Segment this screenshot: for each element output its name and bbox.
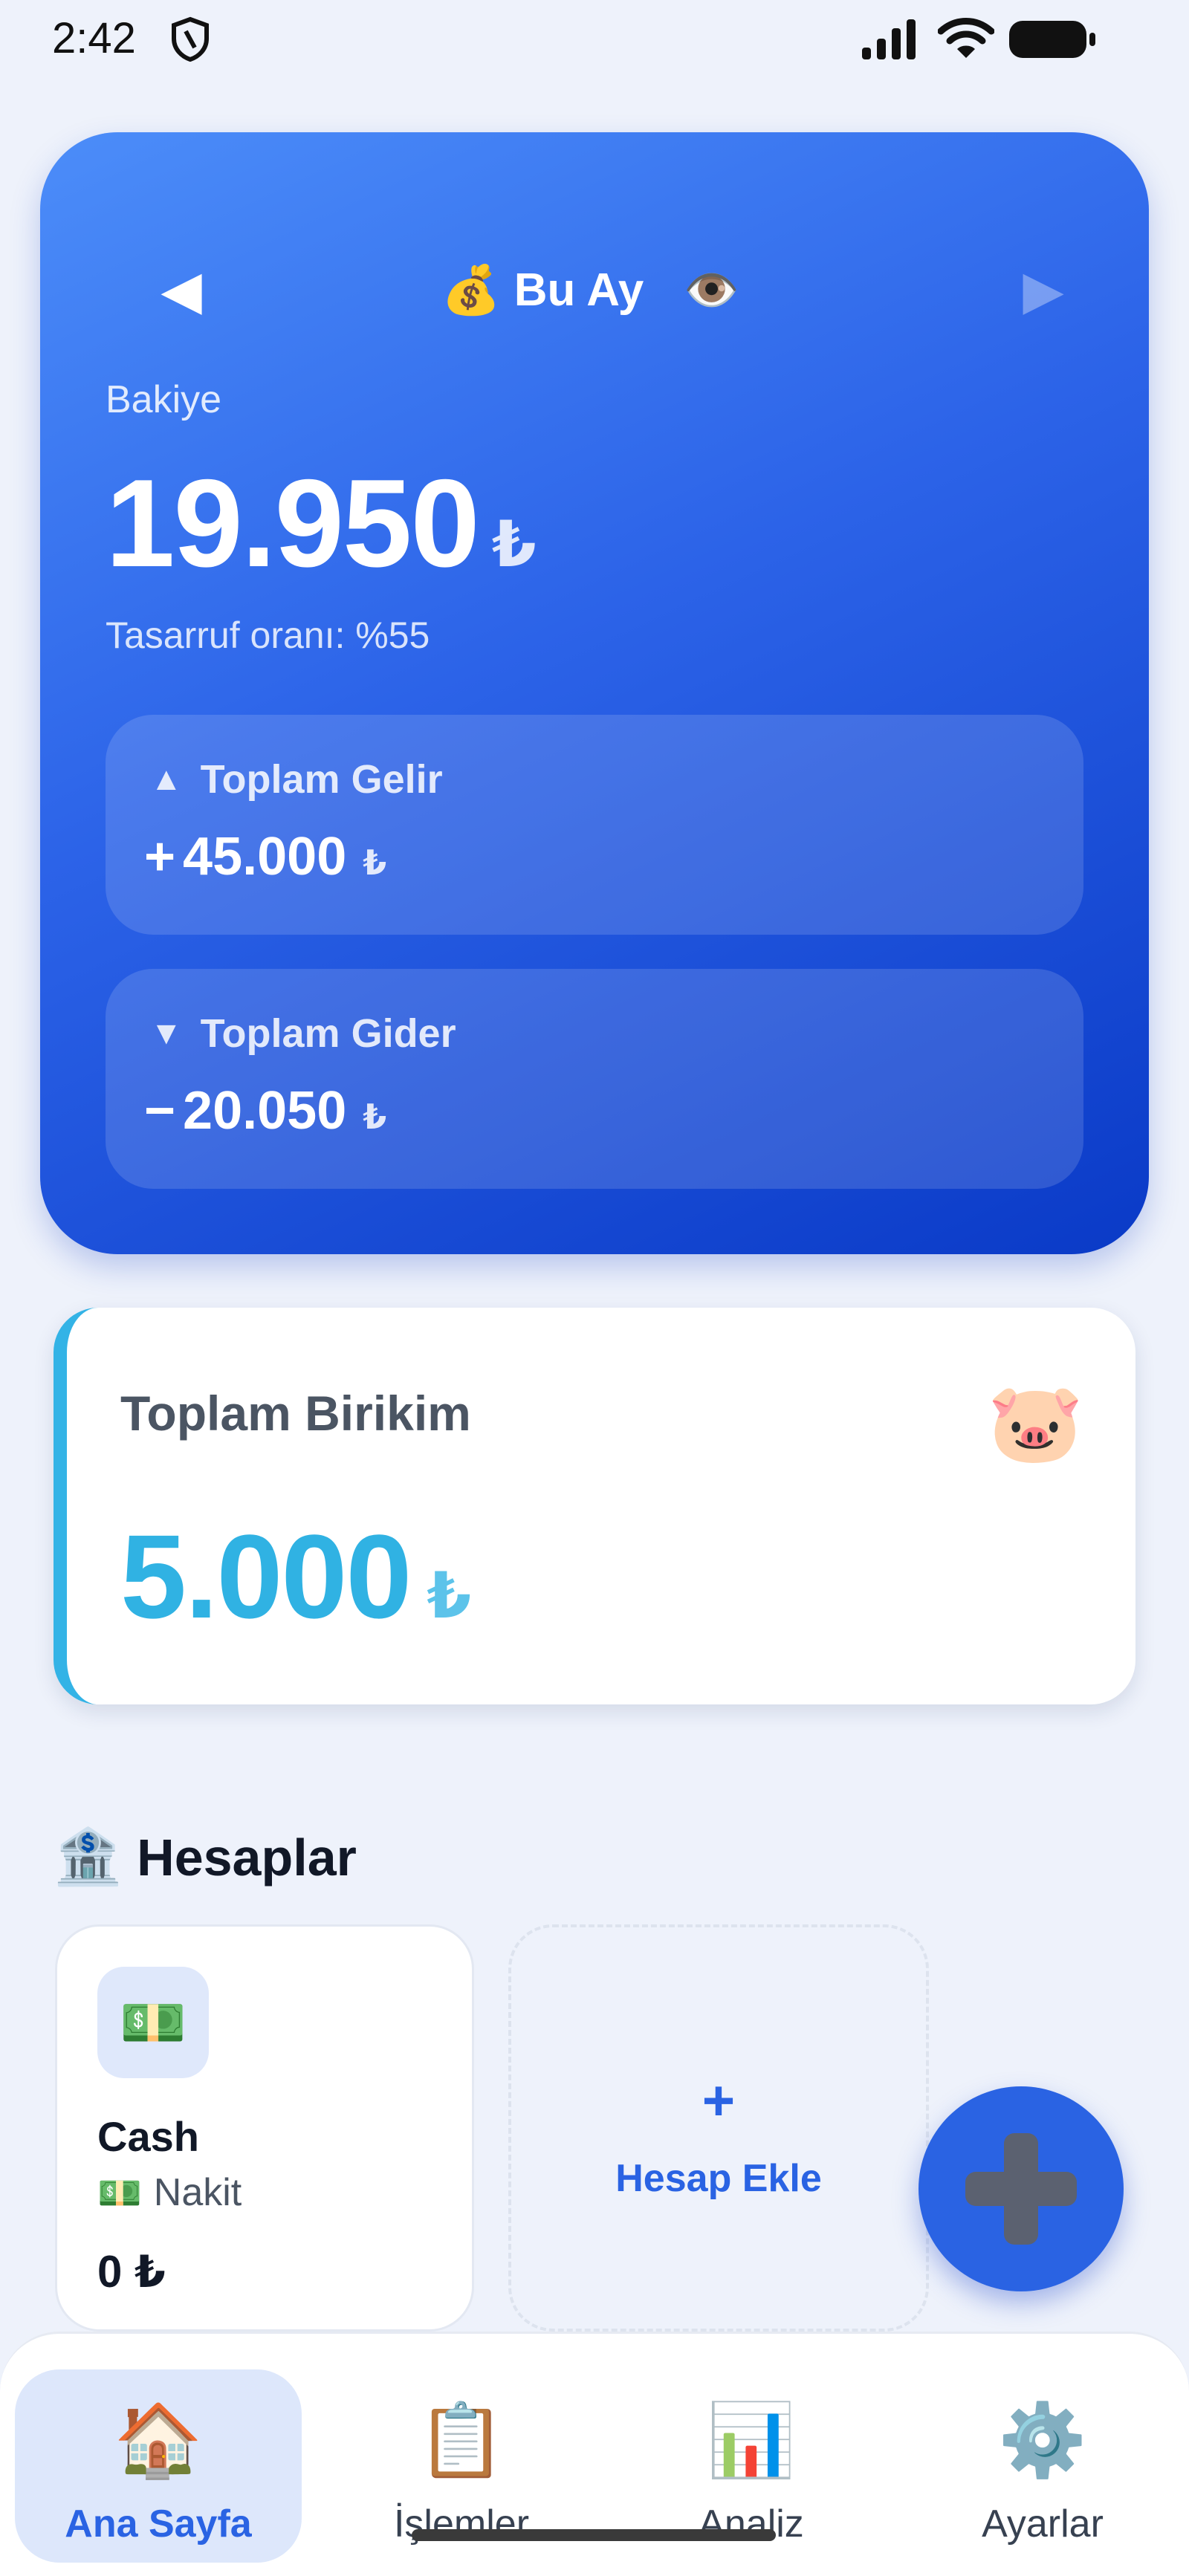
nav-settings-label: Ayarlar — [982, 2502, 1104, 2546]
income-value: 45.000 — [183, 827, 347, 886]
banknote-icon: 💵 — [97, 1967, 209, 2078]
balance-amount-row: 19.950 ₺ — [106, 452, 537, 595]
balance-amount: 19.950 — [106, 453, 480, 593]
battery-icon — [1009, 21, 1095, 58]
fab-plus-icon — [965, 2133, 1077, 2245]
expense-summary: ▼ Toplam Gider − 20.050 ₺ — [106, 969, 1083, 1189]
status-bar: 2:42 — [0, 0, 1189, 82]
shield-icon — [172, 16, 209, 62]
nav-settings[interactable]: ⚙️ Ayarlar — [899, 2369, 1186, 2563]
banknote-icon: 💵 — [97, 2173, 142, 2213]
gear-icon: ⚙️ — [998, 2401, 1087, 2480]
income-summary: ▲ Toplam Gelir + 45.000 ₺ — [106, 715, 1083, 935]
status-time: 2:42 — [52, 14, 136, 62]
savings-title: Toplam Birikim — [120, 1386, 471, 1441]
income-sign: + — [144, 827, 176, 886]
savings-amount: 5.000 — [120, 1510, 412, 1643]
nav-home[interactable]: 🏠 Ana Sayfa — [15, 2369, 302, 2563]
pig-icon: 🐷 — [987, 1381, 1084, 1467]
plus-icon: + — [702, 2069, 736, 2132]
income-currency: ₺ — [363, 843, 387, 882]
add-transaction-fab[interactable] — [919, 2086, 1124, 2291]
money-bag-icon: 💰 — [441, 262, 501, 317]
signal-icon — [862, 19, 916, 59]
account-name: Cash — [97, 2113, 199, 2160]
expense-currency: ₺ — [363, 1097, 387, 1136]
balance-card: ◀ 💰 Bu Ay 👁️ ▶ Bakiye 19.950 ₺ Tasarruf … — [40, 132, 1149, 1254]
accounts-header: 🏦 Hesaplar — [54, 1825, 357, 1889]
nav-home-label: Ana Sayfa — [65, 2502, 252, 2546]
period-label: Bu Ay — [513, 264, 644, 316]
account-card-cash[interactable]: 💵 Cash 💵 Nakit 0 ₺ — [55, 1924, 474, 2332]
savings-rate: Tasarruf oranı: %55 — [106, 614, 430, 656]
savings-currency: ₺ — [427, 1560, 472, 1632]
expense-sign: − — [144, 1081, 176, 1141]
house-icon: 🏠 — [114, 2401, 203, 2480]
bar-chart-icon: 📊 — [707, 2401, 796, 2480]
clipboard-icon: 📋 — [417, 2401, 506, 2480]
period-selector: 💰 Bu Ay 👁️ — [441, 238, 783, 342]
next-period-button[interactable]: ▶ — [999, 245, 1088, 334]
accounts-title: Hesaplar — [137, 1828, 357, 1886]
total-savings-card[interactable]: Toplam Birikim 🐷 5.000 ₺ — [54, 1308, 1135, 1704]
previous-period-button[interactable]: ◀ — [137, 245, 226, 334]
wifi-icon — [938, 18, 994, 58]
account-type: Nakit — [153, 2171, 242, 2214]
balance-label: Bakiye — [106, 378, 222, 421]
eye-icon[interactable]: 👁️ — [684, 264, 739, 317]
home-indicator — [412, 2529, 776, 2541]
bank-icon: 🏦 — [54, 1826, 123, 1887]
add-account-label: Hesap Ekle — [615, 2157, 822, 2200]
balance-currency: ₺ — [491, 509, 537, 580]
account-balance: 0 ₺ — [97, 2247, 166, 2297]
arrow-up-icon: ▲ — [150, 761, 183, 797]
income-title: Toplam Gelir — [200, 757, 443, 802]
expense-title: Toplam Gider — [200, 1011, 456, 1056]
expense-value: 20.050 — [183, 1081, 347, 1141]
arrow-down-icon: ▼ — [150, 1015, 183, 1051]
add-account-button[interactable]: + Hesap Ekle — [508, 1924, 929, 2332]
